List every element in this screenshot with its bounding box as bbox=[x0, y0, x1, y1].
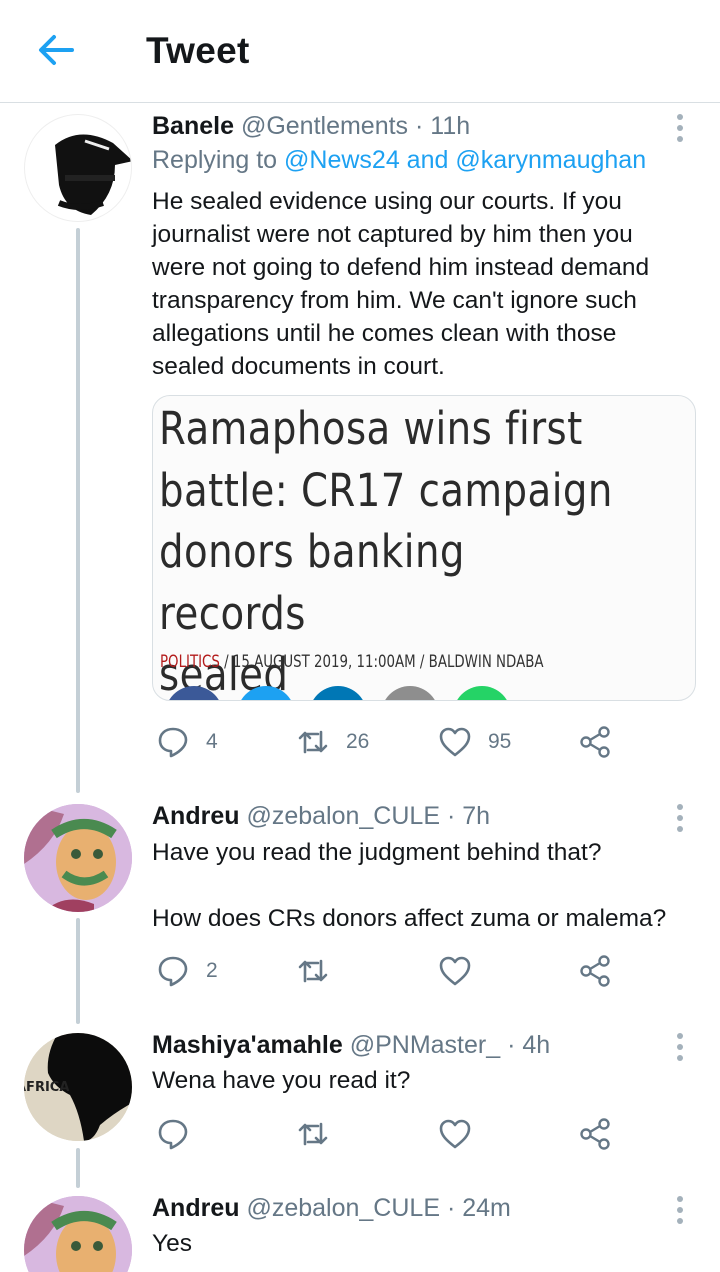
reply-button[interactable]: 4 bbox=[156, 722, 218, 762]
retweet-icon bbox=[298, 1122, 328, 1146]
more-options-icon[interactable] bbox=[668, 112, 692, 144]
media-image[interactable]: Ramaphosa wins first battle: CR17 campai… bbox=[152, 395, 696, 701]
heart-icon bbox=[439, 956, 471, 986]
tweet-actions bbox=[152, 1114, 622, 1154]
like-button[interactable] bbox=[438, 951, 472, 991]
mention-link[interactable]: @News24 and @karynmaughan bbox=[284, 146, 646, 174]
heart-icon bbox=[439, 727, 471, 757]
reply-icon bbox=[158, 956, 188, 987]
replying-to: Replying to @News24 and @karynmaughan bbox=[152, 146, 647, 174]
share-icon bbox=[580, 1118, 610, 1150]
tweet-text: Wena have you read it? bbox=[152, 1067, 411, 1094]
retweet-button[interactable] bbox=[296, 1114, 330, 1154]
avatar[interactable]: AFRICA bbox=[24, 1033, 132, 1141]
like-button[interactable]: 95 bbox=[438, 722, 511, 762]
avatar-text: AFRICA bbox=[24, 1080, 69, 1095]
tweet-text: He sealed evidence using our courts. If … bbox=[152, 188, 650, 380]
like-button[interactable] bbox=[438, 1114, 472, 1154]
display-name[interactable]: Mashiya'amahle bbox=[152, 1031, 343, 1059]
back-button[interactable] bbox=[34, 28, 78, 72]
tweet-actions: 4 26 95 bbox=[152, 722, 622, 762]
handle-time: @Gentlements · 11h bbox=[240, 112, 471, 140]
thread-connector bbox=[76, 228, 80, 793]
avatar[interactable] bbox=[24, 804, 132, 912]
handle-time: @PNMaster_ · 4h bbox=[349, 1031, 551, 1059]
share-button[interactable] bbox=[578, 1114, 612, 1154]
display-name[interactable]: Andreu bbox=[152, 1194, 240, 1222]
tweet-text: Yes bbox=[152, 1230, 192, 1257]
tweet-header: Andreu @zebalon_CULE · 24m bbox=[152, 1194, 511, 1223]
page-title: Tweet bbox=[146, 30, 250, 71]
tweet-header: Andreu @zebalon_CULE · 7h bbox=[152, 802, 490, 831]
handle-time: @zebalon_CULE · 24m bbox=[246, 1194, 511, 1222]
retweet-button[interactable] bbox=[296, 951, 330, 991]
share-icon bbox=[580, 955, 610, 987]
share-icon bbox=[580, 726, 610, 758]
tweet-header: Banele @Gentlements · 11h bbox=[152, 112, 470, 141]
handle-time: @zebalon_CULE · 7h bbox=[246, 802, 491, 830]
thread-connector bbox=[76, 918, 80, 1024]
display-name[interactable]: Banele bbox=[152, 112, 234, 140]
tweet-header: Mashiya'amahle @PNMaster_ · 4h bbox=[152, 1031, 550, 1060]
more-options-icon[interactable] bbox=[668, 802, 692, 834]
tweet-text: Have you read the judgment behind that? … bbox=[152, 839, 667, 932]
heart-icon bbox=[439, 1119, 471, 1149]
display-name[interactable]: Andreu bbox=[152, 802, 240, 830]
article-byline: POLITICS / 15 AUGUST 2019, 11:00AM / BAL… bbox=[160, 652, 544, 671]
arrow-left-icon bbox=[39, 35, 74, 65]
thread-connector bbox=[76, 1148, 80, 1188]
more-options-icon[interactable] bbox=[668, 1194, 692, 1226]
more-options-icon[interactable] bbox=[668, 1031, 692, 1063]
reply-icon bbox=[158, 727, 188, 758]
retweet-button[interactable]: 26 bbox=[296, 722, 369, 762]
avatar[interactable] bbox=[24, 114, 132, 222]
top-bar: Tweet bbox=[0, 0, 720, 103]
reply-icon bbox=[158, 1119, 188, 1150]
retweet-icon bbox=[298, 730, 328, 754]
share-button[interactable] bbox=[578, 722, 612, 762]
reply-button[interactable] bbox=[156, 1114, 190, 1154]
share-button[interactable] bbox=[578, 951, 612, 991]
retweet-icon bbox=[298, 959, 328, 983]
avatar[interactable] bbox=[24, 1196, 132, 1272]
tweet-actions: 2 bbox=[152, 951, 622, 991]
reply-button[interactable]: 2 bbox=[156, 951, 218, 991]
